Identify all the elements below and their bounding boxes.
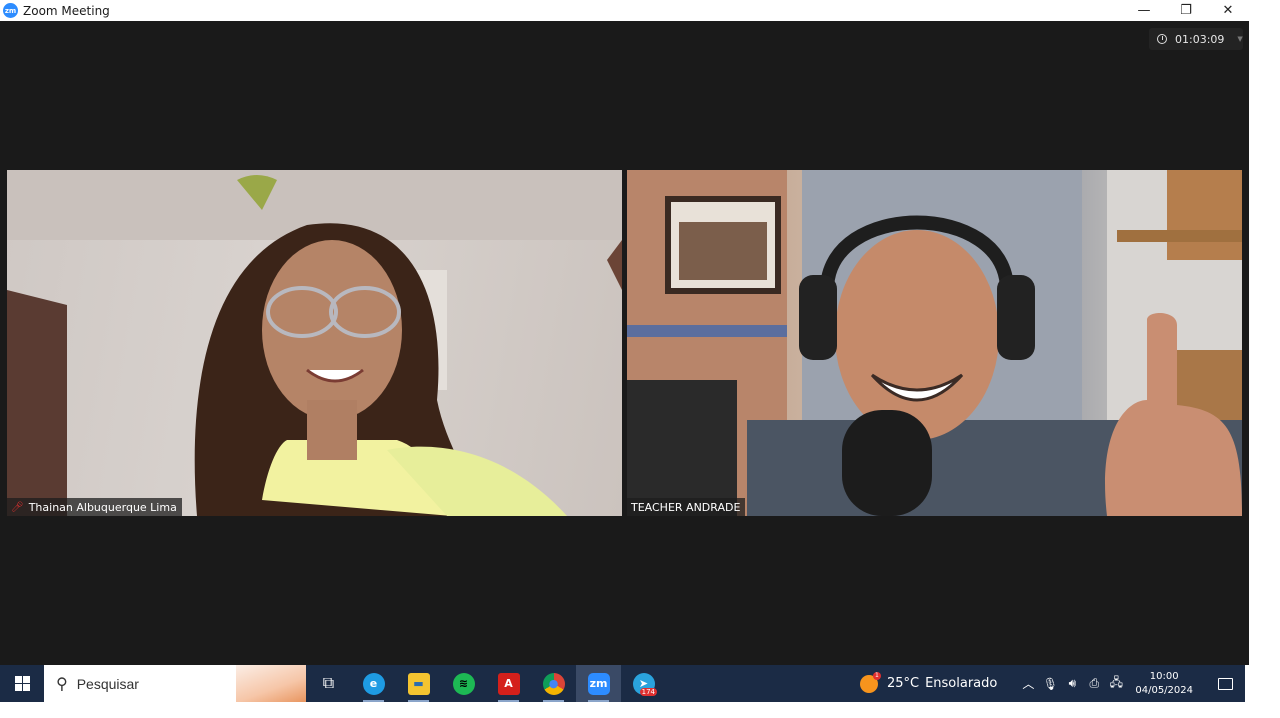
search-placeholder: Pesquisar bbox=[76, 675, 139, 692]
participant-2-video bbox=[627, 170, 1242, 516]
notification-center-button[interactable] bbox=[1205, 665, 1245, 702]
mic-muted-icon: 🎤︎ bbox=[11, 501, 24, 513]
weather-widget[interactable]: 1 25°C Ensolarado bbox=[859, 671, 998, 693]
edge-icon: e bbox=[362, 672, 385, 695]
folder-icon: ▬ bbox=[407, 672, 430, 695]
window-title: Zoom Meeting bbox=[23, 3, 110, 18]
chevron-up-icon[interactable]: ︿ bbox=[1017, 675, 1039, 692]
timer-value: 01:03:09 bbox=[1175, 32, 1225, 46]
video-tile-participant-2[interactable]: TEACHER ANDRADE bbox=[627, 170, 1242, 516]
taskbar-search-box[interactable]: ⚲ Pesquisar bbox=[44, 665, 306, 702]
video-tile-participant-1[interactable]: 🎤︎ Thainan Albuquerque Lima bbox=[7, 170, 622, 516]
task-view-button[interactable]: ⧉ bbox=[306, 665, 351, 702]
notification-count-badge: 174 bbox=[639, 688, 657, 696]
taskbar-app-edge[interactable]: e bbox=[351, 665, 396, 702]
participant-name: Thainan Albuquerque Lima bbox=[28, 500, 177, 514]
sun-icon: 1 bbox=[859, 671, 881, 693]
windows-logo-icon bbox=[14, 676, 30, 691]
meet-now-icon[interactable]: ⎙ bbox=[1083, 676, 1105, 691]
clock-time: 10:00 bbox=[1149, 670, 1179, 682]
close-button[interactable]: ✕ bbox=[1207, 0, 1249, 21]
acrobat-icon: A bbox=[497, 672, 520, 695]
zoom-icon: zm bbox=[587, 672, 610, 695]
weather-temperature: 25°C bbox=[886, 676, 920, 691]
weather-alert-badge: 1 bbox=[872, 671, 881, 680]
title-bar: zm Zoom Meeting — ❐ ✕ bbox=[0, 0, 1249, 21]
taskbar-app-chrome[interactable]: ● bbox=[531, 665, 576, 702]
windows-taskbar: ⚲ Pesquisar ⧉ e ▬ ≋ A ● zm ➤ 174 1 25°C … bbox=[0, 665, 1245, 702]
task-view-icon: ⧉ bbox=[322, 674, 335, 692]
participant-name-tag: TEACHER ANDRADE bbox=[627, 498, 746, 516]
meeting-timer[interactable]: 01:03:09 ▼ bbox=[1149, 28, 1243, 50]
clock-icon bbox=[1157, 34, 1167, 44]
system-tray: 1 25°C Ensolarado ︿ 🎙︎ 🔊︎ ⎙ 🖧 10:00 04/0… bbox=[859, 665, 1245, 702]
network-icon[interactable]: 🖧 bbox=[1105, 673, 1127, 694]
participant-name: TEACHER ANDRADE bbox=[631, 500, 741, 514]
meeting-area: 01:03:09 ▼ 🎤︎ Thainan Albuquerque Lima T… bbox=[0, 21, 1249, 665]
start-button[interactable] bbox=[0, 665, 44, 702]
chevron-down-icon: ▼ bbox=[1237, 35, 1243, 43]
taskbar-app-acrobat[interactable]: A bbox=[486, 665, 531, 702]
restore-button[interactable]: ❐ bbox=[1165, 0, 1207, 21]
spotify-icon: ≋ bbox=[452, 672, 475, 695]
clock-date: 04/05/2024 bbox=[1135, 684, 1193, 696]
taskbar-clock[interactable]: 10:00 04/05/2024 bbox=[1135, 670, 1193, 698]
taskbar-app-file-explorer[interactable]: ▬ bbox=[396, 665, 441, 702]
minimize-button[interactable]: — bbox=[1123, 0, 1165, 21]
notification-icon bbox=[1217, 677, 1233, 690]
taskbar-app-zoom[interactable]: zm bbox=[576, 665, 621, 702]
search-icon: ⚲ bbox=[56, 675, 68, 693]
participant-1-video bbox=[7, 170, 622, 516]
search-highlight-image bbox=[236, 665, 306, 702]
taskbar-app-telegram[interactable]: ➤ 174 bbox=[621, 665, 666, 702]
taskbar-app-spotify[interactable]: ≋ bbox=[441, 665, 486, 702]
participant-name-tag: 🎤︎ Thainan Albuquerque Lima bbox=[7, 498, 182, 516]
zoom-app-icon: zm bbox=[3, 3, 18, 18]
speaker-icon[interactable]: 🔊︎ bbox=[1061, 676, 1083, 691]
window-controls: — ❐ ✕ bbox=[1123, 0, 1249, 21]
microphone-icon[interactable]: 🎙︎ bbox=[1039, 677, 1061, 691]
weather-condition: Ensolarado bbox=[925, 676, 998, 691]
chrome-icon: ● bbox=[542, 672, 565, 695]
